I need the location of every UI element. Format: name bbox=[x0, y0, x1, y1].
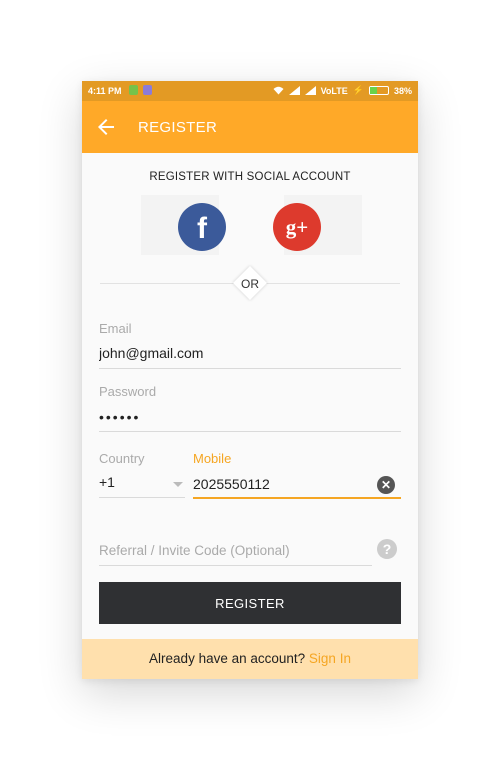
chevron-down-icon[interactable] bbox=[173, 482, 183, 487]
facebook-icon: f bbox=[197, 212, 207, 245]
battery-percent: 38% bbox=[393, 85, 412, 96]
or-label: OR bbox=[241, 277, 259, 291]
status-bar: 4:11 PM VoLTE ⚡ 38% bbox=[82, 81, 418, 101]
app-notification-icon bbox=[143, 85, 152, 95]
country-select[interactable]: +1 bbox=[99, 474, 115, 490]
app-bar: REGISTER bbox=[82, 101, 418, 153]
password-label: Password bbox=[99, 384, 157, 399]
email-label: Email bbox=[99, 321, 132, 336]
signin-prompt: Already have an account? bbox=[149, 651, 306, 666]
email-underline bbox=[99, 368, 401, 369]
status-time: 4:11 PM bbox=[88, 86, 122, 96]
facebook-login-button[interactable]: f bbox=[178, 203, 226, 251]
signin-footer: Already have an account? Sign In bbox=[82, 639, 418, 679]
status-right: VoLTE ⚡ 38% bbox=[273, 85, 412, 96]
referral-code-field[interactable] bbox=[99, 540, 369, 560]
signin-link[interactable]: Sign In bbox=[309, 651, 351, 666]
charging-icon: ⚡ bbox=[352, 85, 364, 95]
social-section-title: REGISTER WITH SOCIAL ACCOUNT bbox=[149, 171, 351, 183]
arrow-left-icon[interactable] bbox=[94, 115, 118, 139]
google-plus-login-button[interactable]: g+ bbox=[273, 203, 321, 251]
mobile-underline bbox=[193, 497, 401, 499]
battery-icon bbox=[368, 86, 389, 95]
network-type: VoLTE bbox=[320, 85, 348, 96]
or-divider: OR bbox=[232, 265, 268, 301]
wifi-icon bbox=[273, 86, 284, 95]
referral-underline bbox=[99, 565, 372, 566]
signal-icon-2 bbox=[304, 86, 316, 95]
android-notification-icon bbox=[129, 85, 138, 95]
country-underline bbox=[99, 497, 185, 498]
clear-icon[interactable]: ✕ bbox=[377, 476, 395, 494]
mobile-label: Mobile bbox=[193, 451, 232, 466]
country-label: Country bbox=[99, 451, 145, 466]
battery-fill bbox=[369, 87, 377, 94]
page-title: REGISTER bbox=[138, 119, 218, 136]
signal-icon bbox=[288, 86, 300, 95]
mobile-field[interactable] bbox=[193, 474, 368, 494]
email-field[interactable] bbox=[99, 343, 399, 363]
google-plus-icon: g+ bbox=[285, 214, 309, 239]
password-underline bbox=[99, 431, 401, 432]
password-field[interactable]: •••••• bbox=[99, 409, 140, 425]
register-button[interactable]: REGISTER bbox=[99, 582, 401, 624]
phone-screen: 4:11 PM VoLTE ⚡ 38% REGISTER REGISTER WI… bbox=[82, 81, 418, 679]
help-icon[interactable]: ? bbox=[377, 539, 397, 559]
